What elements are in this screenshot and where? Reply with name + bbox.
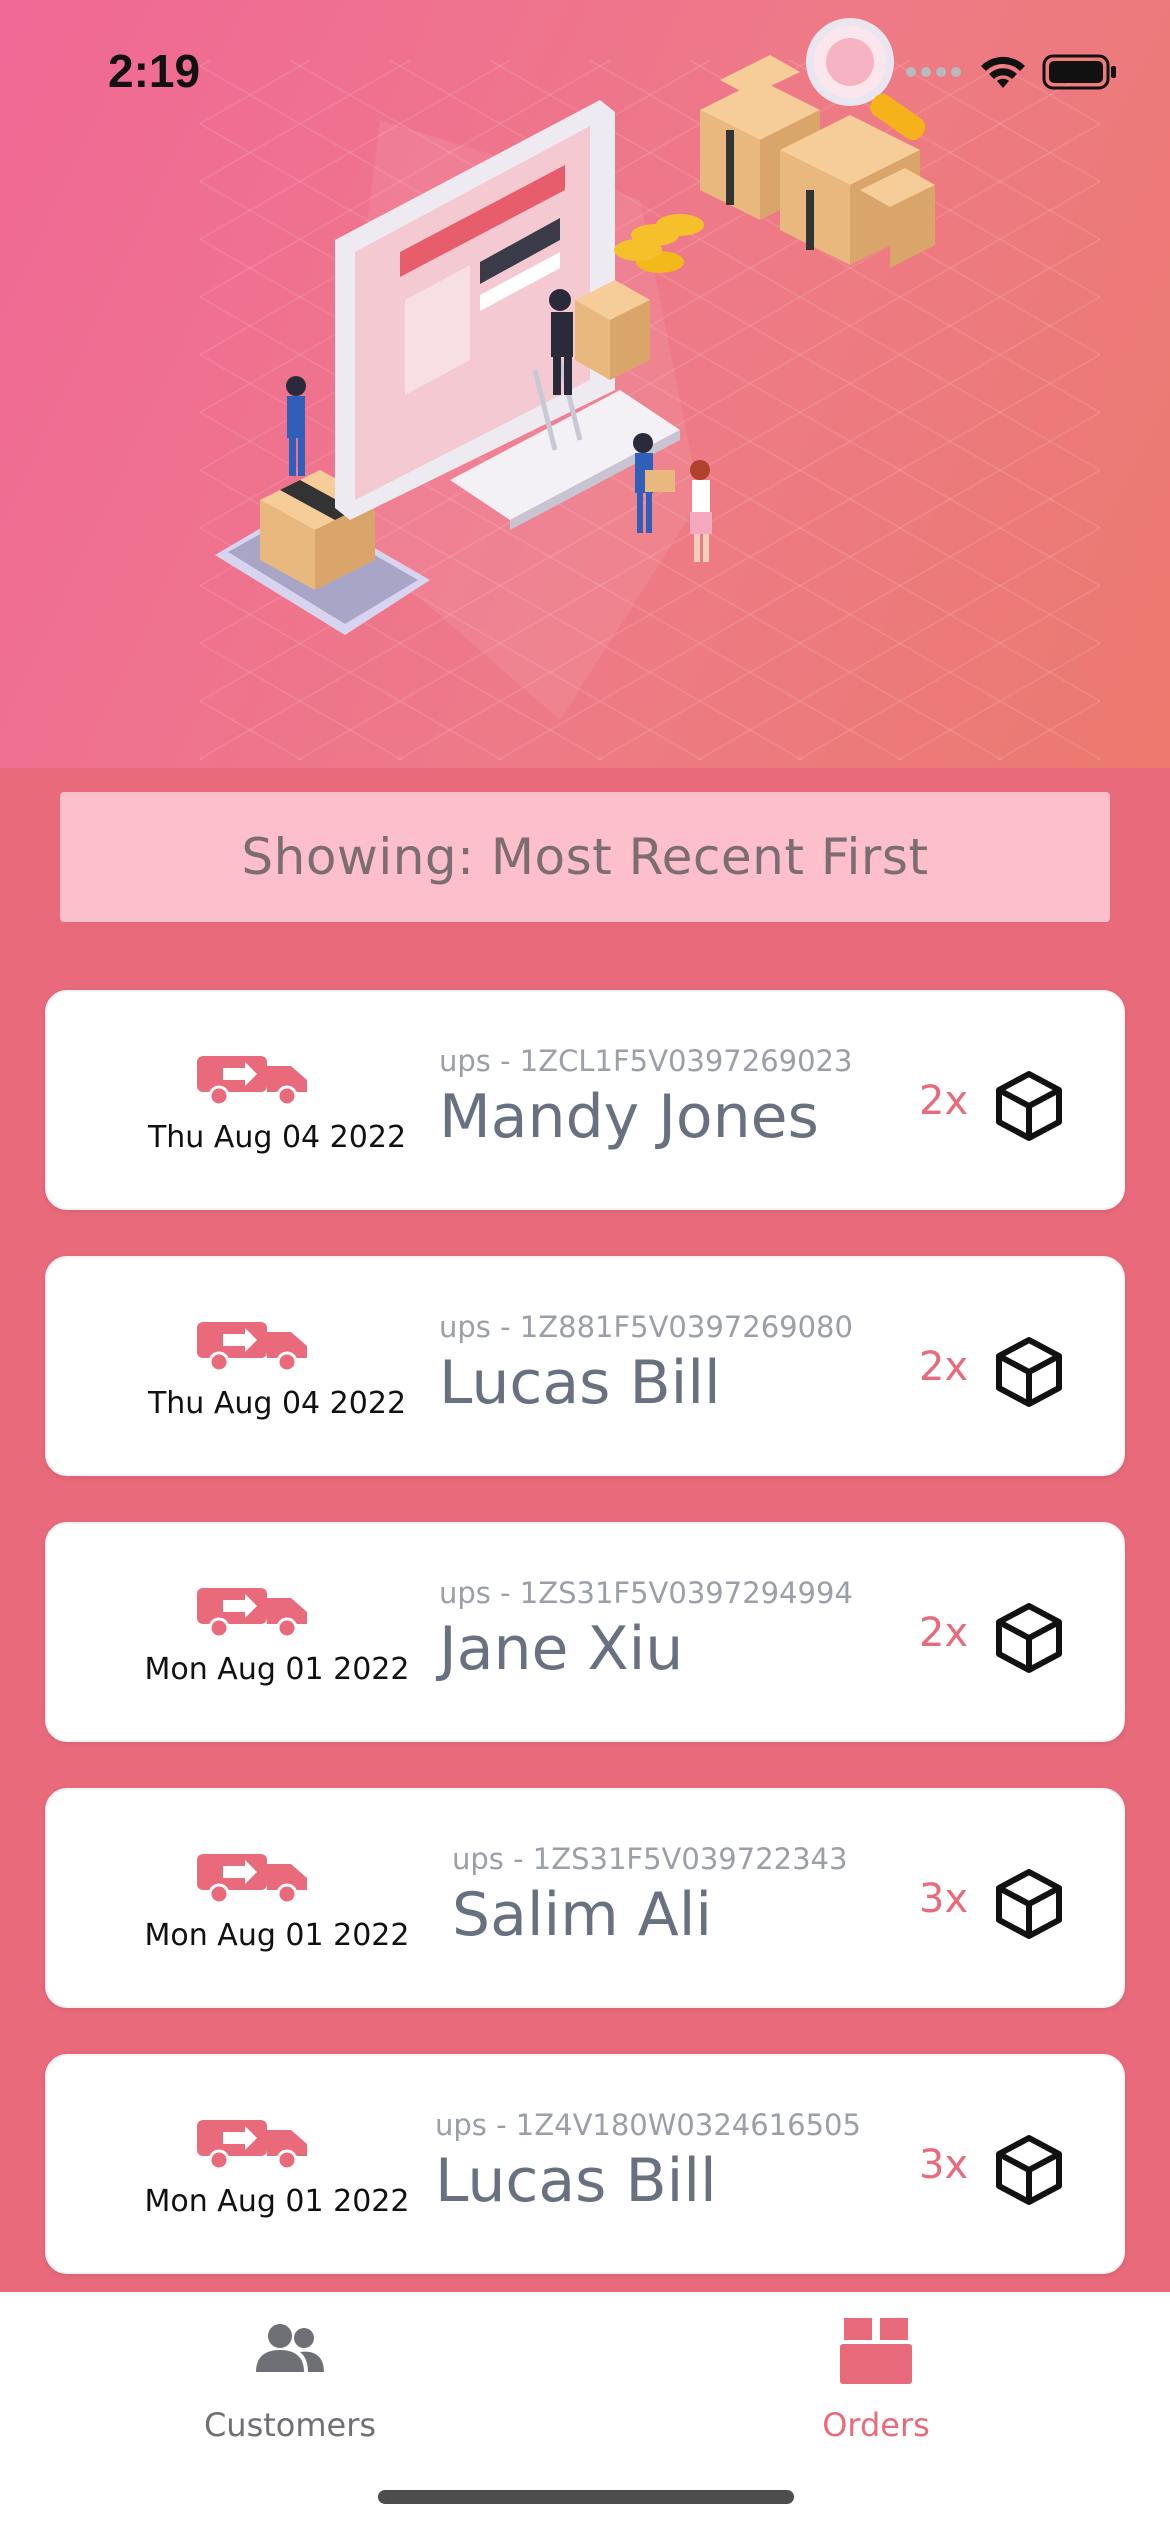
box-icon <box>840 2318 912 2384</box>
order-card[interactable]: Mon Aug 01 2022 ups - 1ZS31F5V0397294994… <box>45 1522 1125 1742</box>
order-card[interactable]: Thu Aug 04 2022 ups - 1ZCL1F5V0397269023… <box>45 990 1125 1210</box>
item-quantity: 3x <box>919 2142 969 2188</box>
order-date: Mon Aug 01 2022 <box>144 1652 410 1687</box>
tracking-number: ups - 1Z881F5V0397269080 <box>439 1310 853 1344</box>
item-quantity: 3x <box>919 1876 969 1922</box>
sort-order-banner[interactable]: Showing: Most Recent First <box>60 792 1110 922</box>
package-box-icon <box>996 1603 1062 1673</box>
package-box-icon <box>996 1337 1062 1407</box>
customer-name: Mandy Jones <box>439 1082 819 1152</box>
tracking-number: ups - 1ZS31F5V039722343 <box>452 1842 848 1876</box>
delivery-truck-icon <box>197 1322 307 1372</box>
customer-name: Salim Ali <box>452 1880 713 1950</box>
order-date: Mon Aug 01 2022 <box>144 1918 410 1953</box>
status-bar: 2:19 <box>0 0 1170 140</box>
signal-dots-icon <box>906 67 961 77</box>
item-quantity: 2x <box>919 1078 969 1124</box>
package-box-icon <box>996 1869 1062 1939</box>
status-icons <box>904 52 1118 92</box>
tab-icon-wrapper <box>254 2312 326 2388</box>
delivery-truck-icon <box>197 1854 307 1904</box>
orders-screen: 2:19 Showing: Most Recent First Thu Aug … <box>0 0 1170 2532</box>
customer-name: Lucas Bill <box>439 1348 721 1418</box>
order-card[interactable]: Mon Aug 01 2022 ups - 1Z4V180W0324616505… <box>45 2054 1125 2274</box>
tab-orders[interactable]: Orders <box>716 2292 1036 2492</box>
customer-name: Lucas Bill <box>435 2146 717 2216</box>
item-quantity: 2x <box>919 1610 969 1656</box>
tab-orders-label: Orders <box>822 2406 930 2444</box>
order-date: Mon Aug 01 2022 <box>144 2184 410 2219</box>
tab-icon-wrapper <box>838 2312 914 2388</box>
item-quantity: 2x <box>919 1344 969 1390</box>
package-box-icon <box>996 1071 1062 1141</box>
tracking-number: ups - 1ZS31F5V0397294994 <box>439 1576 853 1610</box>
tracking-number: ups - 1ZCL1F5V0397269023 <box>439 1044 853 1078</box>
order-date: Thu Aug 04 2022 <box>147 1120 407 1155</box>
order-card[interactable]: Mon Aug 01 2022 ups - 1ZS31F5V039722343 … <box>45 1788 1125 2008</box>
home-indicator[interactable] <box>378 2490 794 2504</box>
order-card[interactable]: Thu Aug 04 2022 ups - 1Z881F5V0397269080… <box>45 1256 1125 1476</box>
status-time: 2:19 <box>108 45 201 97</box>
customer-name: Jane Xiu <box>439 1614 684 1684</box>
delivery-truck-icon <box>197 2120 307 2170</box>
battery-icon <box>1042 54 1116 90</box>
delivery-truck-icon <box>197 1588 307 1638</box>
delivery-truck-icon <box>197 1056 307 1106</box>
wifi-icon <box>981 56 1025 88</box>
tracking-number: ups - 1Z4V180W0324616505 <box>435 2108 861 2142</box>
tab-customers[interactable]: Customers <box>130 2292 450 2492</box>
people-icon <box>256 2324 324 2372</box>
order-date: Thu Aug 04 2022 <box>147 1386 407 1421</box>
package-box-icon <box>996 2135 1062 2205</box>
hero-banner: 2:19 <box>0 0 1170 768</box>
sort-order-label: Showing: Most Recent First <box>241 828 929 886</box>
tab-customers-label: Customers <box>203 2406 377 2444</box>
